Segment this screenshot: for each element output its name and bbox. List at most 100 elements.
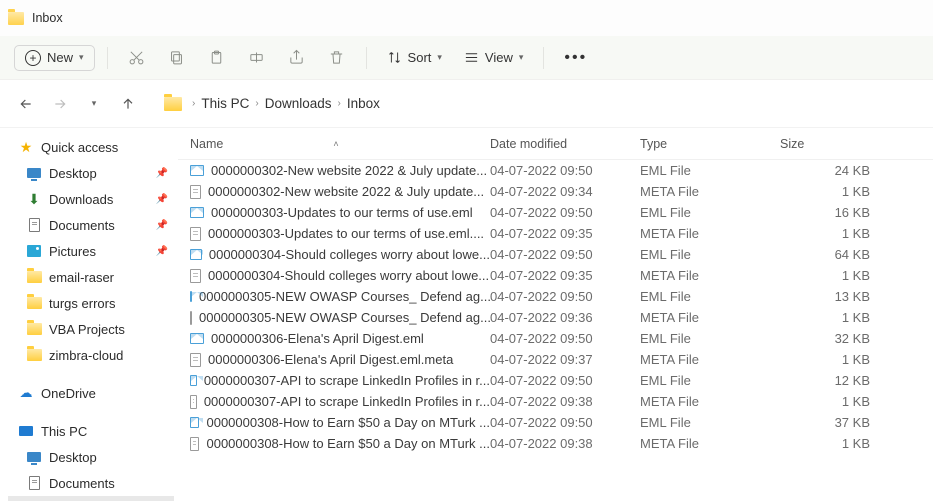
folder-icon <box>26 295 42 311</box>
col-date[interactable]: Date modified <box>490 137 640 151</box>
recent-button[interactable]: ▾ <box>82 92 106 116</box>
file-name: 0000000303-Updates to our terms of use.e… <box>208 226 484 241</box>
file-type: EML File <box>640 205 780 220</box>
file-row[interactable]: 0000000304-Should colleges worry about l… <box>178 244 933 265</box>
cut-button[interactable] <box>120 43 154 73</box>
sidebar-item[interactable]: zimbra-cloud <box>8 342 174 368</box>
sidebar-item[interactable]: ⬇Downloads📌 <box>8 186 174 212</box>
sidebar-item[interactable]: Desktop <box>8 444 174 470</box>
file-row[interactable]: 0000000308-How to Earn $50 a Day on MTur… <box>178 412 933 433</box>
sort-button[interactable]: Sort ▾ <box>379 46 450 69</box>
file-size: 1 KB <box>780 310 900 325</box>
file-date: 04-07-2022 09:50 <box>490 289 640 304</box>
sidebar-item[interactable]: Desktop 📌 <box>8 160 174 186</box>
separator <box>366 47 367 69</box>
file-date: 04-07-2022 09:38 <box>490 394 640 409</box>
sidebar-item[interactable]: turgs errors <box>8 290 174 316</box>
file-row[interactable]: 0000000308-How to Earn $50 a Day on MTur… <box>178 433 933 454</box>
forward-button[interactable] <box>48 92 72 116</box>
file-row[interactable]: 0000000304-Should colleges worry about l… <box>178 265 933 286</box>
new-button-label: New <box>47 50 73 65</box>
delete-button[interactable] <box>320 43 354 73</box>
col-name[interactable]: Name ˄ <box>190 137 490 151</box>
meta-file-icon <box>190 311 192 325</box>
file-row[interactable]: 0000000302-New website 2022 & July updat… <box>178 160 933 181</box>
breadcrumb[interactable]: › This PC › Downloads › Inbox <box>164 96 380 111</box>
back-button[interactable] <box>14 92 38 116</box>
sidebar-this-pc[interactable]: This PC <box>8 418 174 444</box>
sidebar-item[interactable]: Documents <box>8 470 174 496</box>
file-name: 0000000302-New website 2022 & July updat… <box>211 163 487 178</box>
file-size: 1 KB <box>780 352 900 367</box>
file-row[interactable]: 0000000306-Elena's April Digest.eml.meta… <box>178 349 933 370</box>
share-button[interactable] <box>280 43 314 73</box>
sidebar: ★ Quick access Desktop📌⬇Downloads📌Docume… <box>0 128 178 501</box>
star-icon: ★ <box>18 139 34 155</box>
file-row[interactable]: 0000000305-NEW OWASP Courses_ Defend ag.… <box>178 286 933 307</box>
sidebar-item[interactable]: VBA Projects <box>8 316 174 342</box>
file-name: 0000000302-New website 2022 & July updat… <box>208 184 484 199</box>
col-size[interactable]: Size <box>780 137 900 151</box>
file-date: 04-07-2022 09:50 <box>490 373 640 388</box>
file-row[interactable]: 0000000305-NEW OWASP Courses_ Defend ag.… <box>178 307 933 328</box>
pin-icon: 📌 <box>156 246 168 257</box>
sidebar-item[interactable]: email-raser <box>8 264 174 290</box>
file-size: 13 KB <box>780 289 900 304</box>
file-row[interactable]: 0000000302-New website 2022 & July updat… <box>178 181 933 202</box>
sidebar-item[interactable]: Documents 📌 <box>8 212 174 238</box>
eml-file-icon <box>190 375 197 386</box>
sidebar-item-label: Documents <box>49 218 115 233</box>
sidebar-quick-access[interactable]: ★ Quick access <box>8 134 174 160</box>
desktop-icon <box>26 165 42 181</box>
file-type: META File <box>640 184 780 199</box>
file-size: 12 KB <box>780 373 900 388</box>
title-bar: Inbox <box>0 0 933 36</box>
paste-button[interactable] <box>200 43 234 73</box>
sidebar-onedrive[interactable]: ☁ OneDrive <box>8 380 174 406</box>
file-size: 1 KB <box>780 394 900 409</box>
rename-button[interactable] <box>240 43 274 73</box>
file-name: 0000000306-Elena's April Digest.eml.meta <box>208 352 453 367</box>
plus-icon: + <box>25 50 41 66</box>
file-type: EML File <box>640 331 780 346</box>
sidebar-item-label: Desktop <box>49 166 97 181</box>
chevron-down-icon: ▾ <box>437 52 442 63</box>
pin-icon: 📌 <box>156 220 168 231</box>
breadcrumb-seg[interactable]: Downloads <box>265 96 332 111</box>
eml-file-icon <box>190 165 204 176</box>
up-button[interactable] <box>116 92 140 116</box>
col-type[interactable]: Type <box>640 137 780 151</box>
meta-file-icon <box>190 395 197 409</box>
file-row[interactable]: 0000000303-Updates to our terms of use.e… <box>178 223 933 244</box>
view-button[interactable]: View ▾ <box>456 46 531 69</box>
file-size: 64 KB <box>780 247 900 262</box>
folder-icon <box>26 321 42 337</box>
file-row[interactable]: 0000000306-Elena's April Digest.eml04-07… <box>178 328 933 349</box>
file-type: META File <box>640 394 780 409</box>
breadcrumb-seg[interactable]: This PC <box>201 96 249 111</box>
sidebar-item-label: Desktop <box>49 450 97 465</box>
sidebar-item-label: VBA Projects <box>49 322 125 337</box>
file-name: 0000000307-API to scrape LinkedIn Profil… <box>204 394 490 409</box>
cloud-icon: ☁ <box>18 385 34 401</box>
file-name: 0000000308-How to Earn $50 a Day on MTur… <box>206 415 490 430</box>
desktop-icon <box>26 449 42 465</box>
body: ★ Quick access Desktop📌⬇Downloads📌Docume… <box>0 128 933 501</box>
sort-indicator-icon: ˄ <box>333 139 338 149</box>
more-button[interactable]: ••• <box>556 49 595 67</box>
copy-button[interactable] <box>160 43 194 73</box>
file-row[interactable]: 0000000307-API to scrape LinkedIn Profil… <box>178 391 933 412</box>
chevron-right-icon: › <box>192 98 195 109</box>
breadcrumb-seg[interactable]: Inbox <box>347 96 380 111</box>
pin-icon: 📌 <box>156 168 168 179</box>
new-button[interactable]: + New ▾ <box>14 45 95 71</box>
file-type: META File <box>640 436 780 451</box>
file-size: 1 KB <box>780 226 900 241</box>
file-row[interactable]: 0000000307-API to scrape LinkedIn Profil… <box>178 370 933 391</box>
file-row[interactable]: 0000000303-Updates to our terms of use.e… <box>178 202 933 223</box>
view-icon <box>464 50 479 65</box>
separator <box>543 47 544 69</box>
sidebar-item[interactable]: ⬇Downloads <box>8 496 174 501</box>
sidebar-item[interactable]: Pictures📌 <box>8 238 174 264</box>
file-date: 04-07-2022 09:50 <box>490 247 640 262</box>
